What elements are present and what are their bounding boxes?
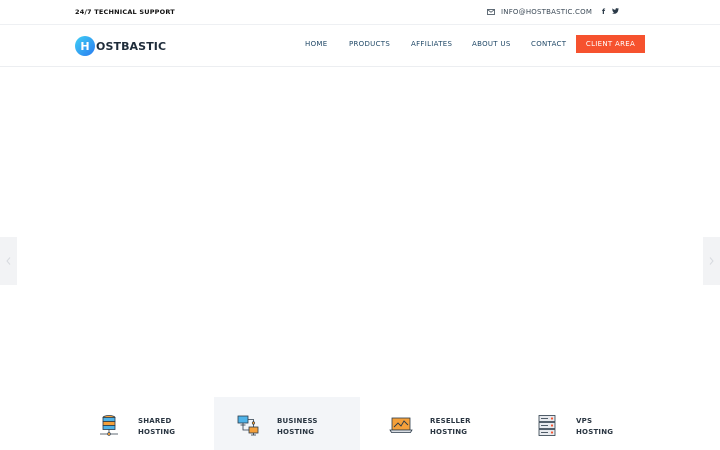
nav-affiliates[interactable]: AFFILIATES: [411, 40, 452, 48]
server-rack-icon: [538, 415, 556, 436]
network-icon: [237, 415, 259, 436]
database-icon: [100, 415, 118, 436]
email-link[interactable]: INFO@HOSTBASTIC.COM: [487, 7, 592, 17]
service-business-hosting[interactable]: BUSINESS HOSTING: [214, 397, 360, 450]
envelope-icon: [487, 9, 495, 15]
slider-prev-button[interactable]: [0, 237, 17, 285]
services-bar: SHARED HOSTING BUSINESS HOSTING RESELLER…: [0, 397, 720, 450]
top-bar: 24/7 TECHNICAL SUPPORT INFO@HOSTBASTIC.C…: [0, 0, 720, 25]
chevron-left-icon: [6, 257, 11, 265]
logo[interactable]: H OSTBASTIC: [75, 36, 166, 56]
support-text: 24/7 TECHNICAL SUPPORT: [75, 8, 175, 16]
service-label: BUSINESS HOSTING: [277, 417, 318, 436]
service-reseller-hosting[interactable]: RESELLER HOSTING: [367, 397, 513, 450]
nav-about-us[interactable]: ABOUT US: [472, 40, 511, 48]
email-text: INFO@HOSTBASTIC.COM: [501, 8, 593, 16]
service-label: SHARED HOSTING: [138, 417, 176, 436]
laptop-chart-icon: [389, 417, 413, 433]
service-label: VPS HOSTING: [576, 417, 614, 436]
main-nav: H OSTBASTIC HOME PRODUCTS AFFILIATES ABO…: [0, 25, 720, 67]
hero-slider: [0, 67, 720, 397]
nav-products[interactable]: PRODUCTS: [349, 40, 390, 48]
slider-next-button[interactable]: [703, 237, 720, 285]
chevron-right-icon: [709, 257, 714, 265]
client-area-button[interactable]: CLIENT AREA: [576, 35, 645, 53]
nav-contact[interactable]: CONTACT: [531, 40, 566, 48]
logo-mark: H: [75, 36, 95, 56]
logo-text: OSTBASTIC: [96, 39, 167, 53]
twitter-icon[interactable]: [612, 8, 619, 16]
nav-home[interactable]: HOME: [305, 40, 327, 48]
service-shared-hosting[interactable]: SHARED HOSTING: [75, 397, 221, 450]
service-label: RESELLER HOSTING: [430, 417, 471, 436]
facebook-icon[interactable]: f: [602, 8, 605, 16]
service-vps-hosting[interactable]: VPS HOSTING: [513, 397, 659, 450]
